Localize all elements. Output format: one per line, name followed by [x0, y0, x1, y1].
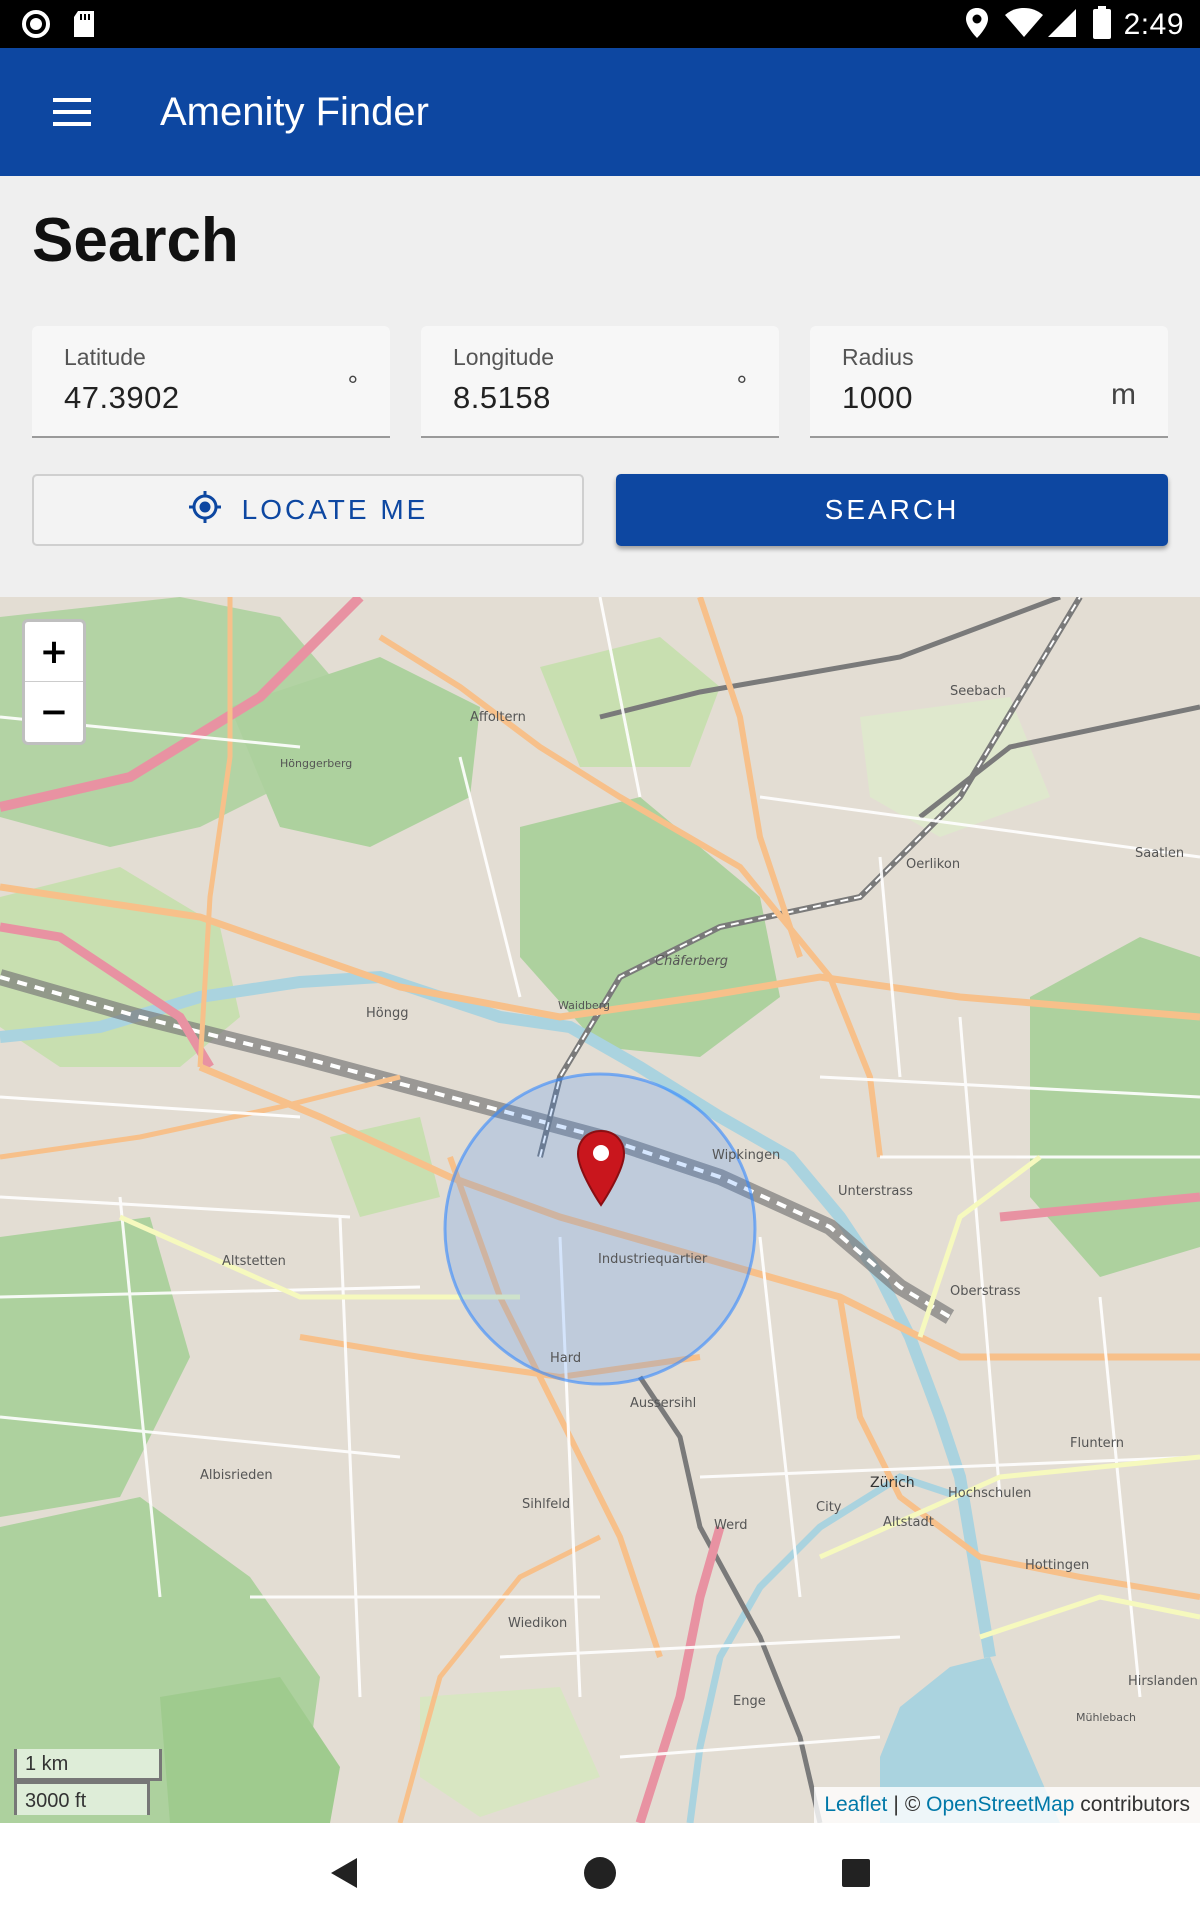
scale-ft: 3000 ft [14, 1781, 150, 1815]
location-icon [964, 6, 990, 44]
longitude-unit: ° [736, 370, 747, 400]
hamburger-menu-icon[interactable] [36, 76, 108, 148]
record-icon [20, 8, 52, 44]
svg-text:Sihlfeld: Sihlfeld [522, 1497, 570, 1512]
svg-text:Hottingen: Hottingen [1025, 1558, 1089, 1573]
svg-text:Höngg: Höngg [366, 1006, 408, 1021]
svg-text:Hirslanden: Hirslanden [1128, 1674, 1198, 1689]
status-right: 2:49 [964, 6, 1184, 44]
svg-text:Waidberg: Waidberg [558, 999, 610, 1012]
svg-text:Altstadt: Altstadt [883, 1515, 934, 1530]
leaflet-link[interactable]: Leaflet [824, 1793, 887, 1817]
latitude-field[interactable]: Latitude ° [32, 326, 390, 438]
svg-text:Fluntern: Fluntern [1070, 1436, 1124, 1451]
attribution-suffix: contributors [1080, 1793, 1190, 1816]
radius-unit: m [1111, 378, 1136, 411]
svg-text:Oerlikon: Oerlikon [906, 857, 960, 872]
svg-text:Aussersihl: Aussersihl [630, 1396, 696, 1411]
svg-text:Albisrieden: Albisrieden [200, 1468, 273, 1483]
svg-text:Affoltern: Affoltern [470, 710, 526, 725]
radius-input[interactable] [842, 376, 1082, 420]
zoom-in-button[interactable]: + [25, 622, 83, 682]
back-icon[interactable] [314, 1843, 374, 1903]
search-button[interactable]: SEARCH [616, 474, 1168, 546]
locate-me-button[interactable]: LOCATE ME [32, 474, 584, 546]
locate-me-label: LOCATE ME [241, 494, 429, 525]
map[interactable]: Affoltern Seebach Oerlikon Höngg Wipking… [0, 597, 1200, 1823]
copyright-symbol: © [904, 1793, 921, 1816]
battery-icon [1092, 6, 1112, 44]
clock: 2:49 [1123, 8, 1184, 41]
svg-text:Industriequartier: Industriequartier [598, 1252, 708, 1267]
svg-text:Enge: Enge [733, 1694, 766, 1709]
wifi-icon [1004, 7, 1044, 43]
navigation-bar [0, 1823, 1200, 1920]
location-pin-icon[interactable] [576, 1129, 626, 1211]
status-left [20, 8, 98, 44]
svg-text:Wiedikon: Wiedikon [508, 1616, 567, 1631]
longitude-input[interactable] [453, 376, 693, 420]
scale-km: 1 km [14, 1749, 162, 1781]
latitude-label: Latitude [64, 344, 146, 370]
svg-text:Hard: Hard [550, 1351, 581, 1366]
svg-text:City: City [816, 1500, 842, 1515]
svg-text:Hochschulen: Hochschulen [948, 1486, 1031, 1501]
svg-text:Wipkingen: Wipkingen [712, 1148, 780, 1163]
radius-label: Radius [842, 344, 914, 370]
svg-text:Chäferberg: Chäferberg [655, 954, 728, 969]
map-attribution: Leaflet | © OpenStreetMap contributors [814, 1787, 1200, 1823]
app-title: Amenity Finder [160, 89, 429, 134]
gps-fixed-icon [188, 490, 222, 531]
longitude-label: Longitude [453, 344, 555, 370]
home-icon[interactable] [570, 1843, 630, 1903]
svg-text:Saatlen: Saatlen [1135, 846, 1184, 861]
svg-text:Seebach: Seebach [950, 684, 1006, 699]
app-bar: Amenity Finder [0, 48, 1200, 176]
attribution-separator: | [893, 1793, 899, 1816]
latitude-unit: ° [347, 370, 358, 400]
svg-text:Mühlebach: Mühlebach [1076, 1711, 1136, 1724]
svg-text:Unterstrass: Unterstrass [838, 1184, 913, 1199]
zoom-control: + − [22, 619, 86, 745]
zoom-out-button[interactable]: − [25, 682, 83, 742]
openstreetmap-link[interactable]: OpenStreetMap [926, 1793, 1074, 1817]
svg-text:Hönggerberg: Hönggerberg [280, 757, 352, 770]
svg-text:Oberstrass: Oberstrass [950, 1284, 1021, 1299]
recents-icon[interactable] [826, 1843, 886, 1903]
latitude-input[interactable] [64, 376, 304, 420]
longitude-field[interactable]: Longitude ° [421, 326, 779, 438]
status-bar: 2:49 [0, 0, 1200, 48]
radius-field[interactable]: Radius m [810, 326, 1168, 438]
svg-text:Zürich: Zürich [870, 1475, 915, 1491]
signal-icon [1046, 7, 1078, 43]
svg-text:Werd: Werd [714, 1518, 747, 1533]
svg-text:Altstetten: Altstetten [222, 1254, 286, 1269]
search-button-label: SEARCH [824, 494, 960, 525]
sd-card-icon [72, 9, 98, 43]
page-title: Search [32, 206, 239, 275]
